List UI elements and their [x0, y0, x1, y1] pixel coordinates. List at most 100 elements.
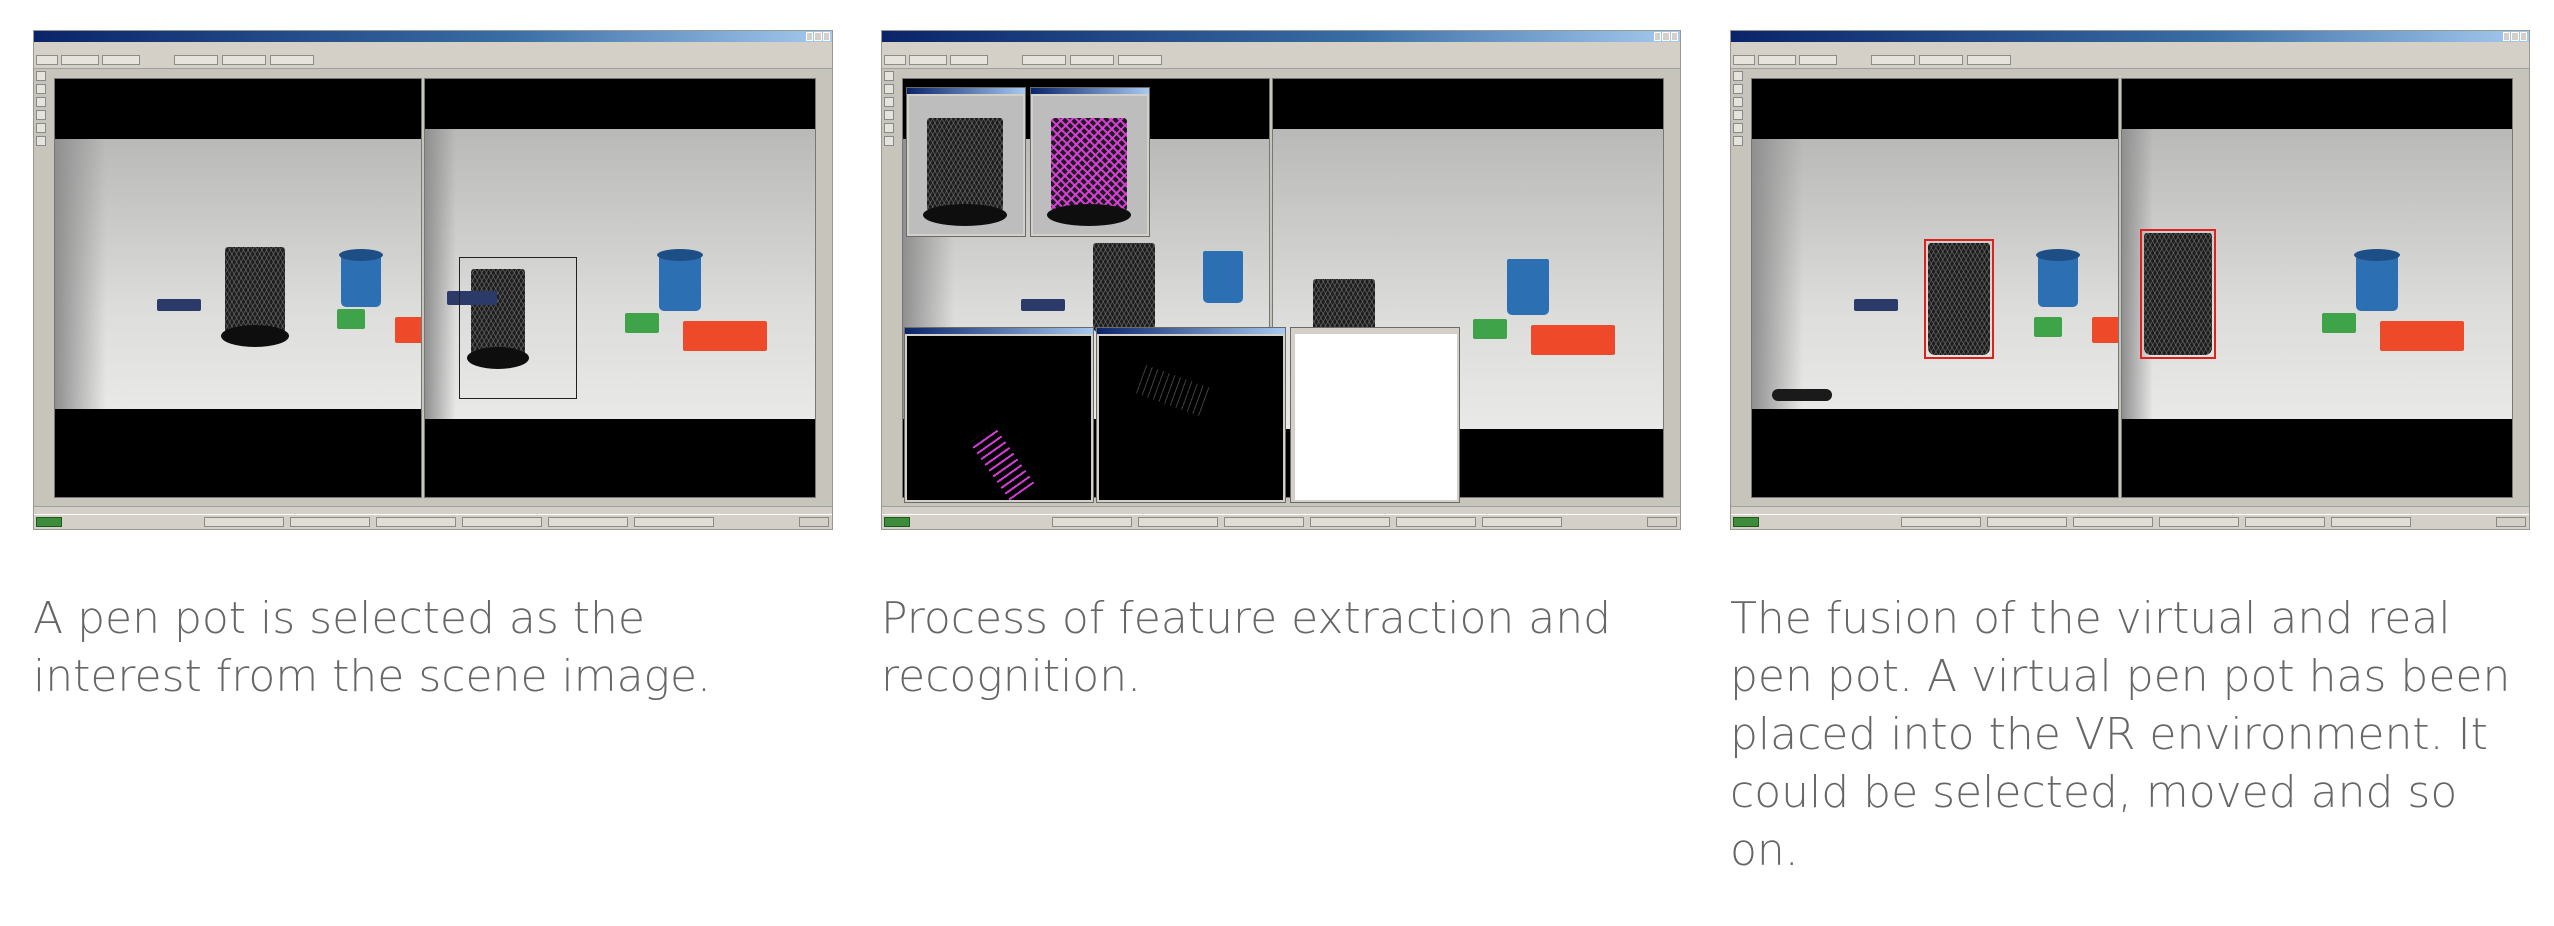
- red-lego: [395, 317, 421, 343]
- red-lego: [2092, 317, 2118, 343]
- toolbar-dropdown[interactable]: [36, 55, 58, 65]
- taskbar-item[interactable]: [1987, 517, 2067, 527]
- taskbar-item[interactable]: [204, 517, 284, 527]
- screenshot-extraction: [881, 30, 1681, 530]
- window-controls[interactable]: [2503, 32, 2527, 41]
- taskbar-item[interactable]: [462, 517, 542, 527]
- toolbar-dropdown[interactable]: [102, 55, 140, 65]
- blue-cup: [659, 255, 701, 311]
- system-clock: [1647, 517, 1677, 527]
- menu-bar[interactable]: [1731, 42, 2529, 52]
- toolbar-button[interactable]: [1967, 55, 2011, 65]
- toolbar-button[interactable]: [1871, 55, 1915, 65]
- blue-cup: [2356, 255, 2398, 311]
- green-block: [2034, 317, 2062, 337]
- toolbar: [34, 52, 832, 69]
- taskbar-item[interactable]: [1224, 517, 1304, 527]
- toolbar-button[interactable]: [1118, 55, 1162, 65]
- right-camera-view[interactable]: [424, 78, 816, 498]
- tool-palette[interactable]: [1733, 71, 1745, 161]
- window-title-bar: [882, 31, 1680, 42]
- right-camera-view[interactable]: [2121, 78, 2513, 498]
- system-clock: [799, 517, 829, 527]
- menu-bar[interactable]: [882, 42, 1680, 52]
- taskbar-item[interactable]: [2331, 517, 2411, 527]
- window-controls[interactable]: [806, 32, 830, 41]
- virtual-pen-pot-highlight[interactable]: [2140, 229, 2216, 359]
- toolbar-dropdown[interactable]: [884, 55, 906, 65]
- window-title-bar: [34, 31, 832, 42]
- taskbar-item[interactable]: [1138, 517, 1218, 527]
- toolbar-button[interactable]: [1919, 55, 1963, 65]
- extracted-object-window[interactable]: [906, 87, 1026, 237]
- blue-cup: [1203, 251, 1243, 303]
- virtual-pen-pot-highlight[interactable]: [1924, 239, 1994, 359]
- taskbar-item[interactable]: [548, 517, 628, 527]
- taskbar-item[interactable]: [290, 517, 370, 527]
- caption: The fusion of the virtual and real pen p…: [1730, 593, 2511, 876]
- feature-points-window[interactable]: [1030, 87, 1150, 237]
- start-button[interactable]: [36, 517, 62, 527]
- green-block: [1473, 319, 1507, 339]
- pen-pot: [927, 118, 1003, 214]
- start-button[interactable]: [884, 517, 910, 527]
- screenshot-selection: [33, 30, 833, 530]
- feature-cluster: [969, 425, 1035, 500]
- tool-palette[interactable]: [884, 71, 896, 161]
- taskbar-item[interactable]: [1310, 517, 1390, 527]
- feature-map-window[interactable]: [904, 327, 1094, 503]
- window-title-bar: [1731, 31, 2529, 42]
- toolbar-button[interactable]: [1070, 55, 1114, 65]
- taskbar-item[interactable]: [376, 517, 456, 527]
- toy-vehicle: [1854, 299, 1898, 311]
- menu-bar[interactable]: [34, 42, 832, 52]
- blue-cup: [341, 255, 381, 307]
- toolbar-dropdown[interactable]: [61, 55, 99, 65]
- taskbar-item[interactable]: [1482, 517, 1562, 527]
- match-result-window[interactable]: [1096, 327, 1286, 503]
- toolbar-button[interactable]: [174, 55, 218, 65]
- toolbar-button[interactable]: [270, 55, 314, 65]
- start-button[interactable]: [1733, 517, 1759, 527]
- blue-cup: [1507, 259, 1549, 315]
- blue-cup: [2038, 255, 2078, 307]
- taskbar-item[interactable]: [2245, 517, 2325, 527]
- tool-palette[interactable]: [36, 71, 48, 161]
- taskbar-item[interactable]: [1396, 517, 1476, 527]
- taskbar-item[interactable]: [634, 517, 714, 527]
- screenshot-fusion: [1730, 30, 2530, 530]
- selection-box[interactable]: [459, 257, 577, 399]
- match-trace: [1135, 364, 1213, 418]
- left-camera-view[interactable]: [54, 78, 422, 498]
- output-dialog[interactable]: [1290, 327, 1460, 503]
- dark-object: [1772, 389, 1832, 401]
- red-lego: [2380, 321, 2464, 351]
- toolbar-dropdown[interactable]: [1758, 55, 1796, 65]
- caption: Process of feature extraction and recogn…: [881, 593, 1612, 702]
- taskbar-item[interactable]: [2073, 517, 2153, 527]
- red-lego: [683, 321, 767, 351]
- caption: A pen pot is selected as the interest fr…: [33, 593, 712, 702]
- toy-vehicle: [157, 299, 201, 311]
- left-camera-view[interactable]: [1751, 78, 2119, 498]
- system-clock: [2496, 517, 2526, 527]
- taskbar-item[interactable]: [1901, 517, 1981, 527]
- toolbar: [1731, 52, 2529, 69]
- toolbar-dropdown[interactable]: [909, 55, 947, 65]
- red-lego: [1531, 325, 1615, 355]
- window-controls[interactable]: [1654, 32, 1678, 41]
- toolbar-button[interactable]: [222, 55, 266, 65]
- toy-vehicle: [1021, 299, 1065, 311]
- taskbar-item[interactable]: [1052, 517, 1132, 527]
- taskbar: [882, 514, 1680, 529]
- pen-pot-features: [1051, 118, 1127, 214]
- toolbar-dropdown[interactable]: [1733, 55, 1755, 65]
- taskbar-item[interactable]: [2159, 517, 2239, 527]
- toolbar-button[interactable]: [1022, 55, 1066, 65]
- green-block: [337, 309, 365, 329]
- toolbar-dropdown[interactable]: [1799, 55, 1837, 65]
- toolbar-dropdown[interactable]: [950, 55, 988, 65]
- toolbar: [882, 52, 1680, 69]
- taskbar: [34, 514, 832, 529]
- pen-pot: [1093, 243, 1155, 333]
